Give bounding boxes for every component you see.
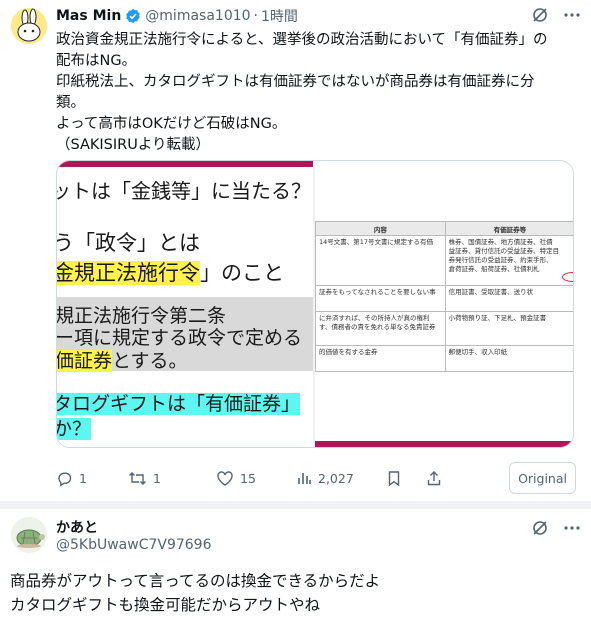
grok-icon[interactable] bbox=[531, 6, 549, 28]
author-handle[interactable]: @mimasa1010 bbox=[145, 8, 250, 24]
tweet-timestamp[interactable]: 1時間 bbox=[261, 6, 298, 26]
views-chart-icon bbox=[298, 473, 311, 484]
slide-text: う「政令」とは bbox=[57, 231, 200, 255]
views-button[interactable]: 2,027 bbox=[296, 470, 386, 486]
slide-highlight: 価証券 bbox=[57, 350, 113, 372]
separator-dot: · bbox=[253, 8, 258, 24]
verified-badge-icon bbox=[125, 8, 141, 24]
table-cell: 郵便切手、収入印紙 bbox=[448, 348, 508, 356]
table-cell: 倉荷証券、船荷証券、社債利札 bbox=[448, 265, 540, 273]
rabbit-avatar-icon bbox=[11, 8, 47, 44]
reply-tweet: かあと @5KbUwawC7V97696 商品券がアウトって言ってるのは換金でき… bbox=[0, 509, 591, 627]
main-tweet: Mas Min @mimasa1010 · 1時間 政治資金規正法施行令によると… bbox=[0, 0, 591, 500]
retweet-count: 1 bbox=[153, 470, 161, 486]
bookmark-icon bbox=[388, 470, 400, 486]
securities-table: 内容 有価証券等 14号文書、第17号文書に規定する有価 株券、国債証券、地方債… bbox=[315, 221, 573, 372]
more-options-icon[interactable] bbox=[563, 6, 581, 28]
tweet-line: （SAKISIRUより転載） bbox=[56, 137, 211, 153]
tweet-line: 類。 bbox=[56, 95, 85, 111]
tweet-text: 政治資金規正法施行令によると、選挙後の政治活動において「有価証券」の 配布はNG… bbox=[56, 30, 581, 156]
slide-text: ットは「金銭等」に当たる？ bbox=[57, 179, 311, 203]
reply-avatar[interactable] bbox=[11, 517, 47, 553]
slide-highlight-cyan: タログギフトは「有価証券」 bbox=[57, 393, 301, 415]
more-options-icon[interactable] bbox=[563, 519, 581, 541]
heart-icon bbox=[217, 470, 233, 486]
table-row: 証券をもってなされることを要しない事 信用証書、受取証書、送り状 bbox=[315, 285, 573, 312]
like-button[interactable]: 15 bbox=[216, 470, 296, 487]
table-cell: 的価値を有する金券 bbox=[319, 348, 378, 356]
tweet-top-actions bbox=[531, 6, 581, 28]
slide-highlight-cyan: か？ bbox=[57, 418, 92, 440]
retweet-icon bbox=[129, 471, 146, 485]
slide-top-bar bbox=[57, 161, 313, 167]
table-cell: 信用証書、受取証書、送り状 bbox=[448, 288, 534, 296]
original-button[interactable]: Original bbox=[509, 462, 576, 494]
like-count: 15 bbox=[240, 470, 256, 486]
author-name[interactable]: Mas Min bbox=[56, 8, 121, 24]
slide-text: とする。 bbox=[112, 350, 188, 372]
reply-author-name[interactable]: かあと bbox=[56, 517, 98, 537]
grok-icon[interactable] bbox=[531, 519, 549, 541]
media-image-table[interactable]: 内容 有価証券等 14号文書、第17号文書に規定する有価 株券、国債証券、地方債… bbox=[315, 161, 573, 447]
views-count: 2,027 bbox=[318, 470, 354, 486]
reply-button[interactable]: 1 bbox=[56, 470, 128, 487]
slide-bottom-bar bbox=[315, 441, 573, 447]
section-divider bbox=[0, 501, 591, 509]
slide-text: タログギフトは「有価証券」 bbox=[57, 389, 301, 416]
reply-author-handle[interactable]: @5KbUwawC7V97696 bbox=[56, 537, 212, 553]
table-cell: 益証券、貸付信託の受益証券、特定目 bbox=[448, 247, 560, 255]
table-row: 的価値を有する金券 郵便切手、収入印紙 bbox=[315, 345, 573, 372]
reply-icon bbox=[58, 472, 72, 487]
table-cell: 券発行信託の受益証券、約束手形、 bbox=[448, 256, 553, 264]
reply-top-actions bbox=[531, 519, 581, 541]
bookmark-button[interactable] bbox=[386, 470, 426, 487]
retweet-button[interactable]: 1 bbox=[128, 470, 216, 487]
reply-line: 商品券がアウトって言ってるのは換金できるからだよ bbox=[10, 572, 381, 590]
table-header: 有価証券等 bbox=[444, 221, 573, 236]
table-cell: 14号文書、第17号文書に規定する有価 bbox=[319, 238, 434, 246]
slide-text: 金規正法施行令」のこと bbox=[57, 257, 284, 287]
table-cell: 証券をもってなされることを要しない事 bbox=[319, 288, 436, 296]
table-cell: す、債務者の責を免れる単なる免責証券 bbox=[319, 323, 436, 331]
media-image-slide[interactable]: ットは「金銭等」に当たる？ う「政令」とは 金規正法施行令」のこと 規正法施行令… bbox=[57, 161, 313, 447]
reply-text: 商品券がアウトって言ってるのは換金できるからだよ カタログギフトも換金可能だから… bbox=[10, 569, 380, 617]
tweet-line: 配布はNG。 bbox=[56, 53, 137, 69]
table-cell: に弁済すれば、その所持人が真の権利 bbox=[319, 314, 430, 322]
reply-line: カタログギフトも換金可能だからアウトやね bbox=[10, 596, 321, 614]
tweet-header: Mas Min @mimasa1010 · 1時間 bbox=[56, 6, 298, 26]
share-button[interactable] bbox=[426, 470, 466, 487]
tweet-media[interactable]: ットは「金銭等」に当たる？ う「政令」とは 金規正法施行令」のこと 規正法施行令… bbox=[56, 160, 574, 448]
tweet-line: 政治資金規正法施行令によると、選挙後の政治活動において「有価証券」の bbox=[56, 32, 548, 48]
tweet-line: 印紙税法上、カタログギフトは有価証券ではないが商品券は有価証券に分 bbox=[56, 74, 535, 90]
table-cell: 株券、国債証券、地方債証券、社債 bbox=[448, 238, 553, 246]
slide-text: 」のこと bbox=[200, 261, 284, 285]
share-icon bbox=[427, 470, 441, 485]
table-cell: 小荷物預り証、下足札、預金証書 bbox=[448, 314, 547, 322]
turtle-avatar-icon bbox=[11, 517, 47, 553]
slide-text: 価証券とする。 bbox=[57, 346, 187, 373]
table-header: 内容 bbox=[315, 221, 446, 236]
slide-text: か？ bbox=[57, 414, 92, 441]
tweet-line: よって高市はOKだけど石破はNG。 bbox=[56, 116, 287, 132]
slide-highlight: 金規正法施行令 bbox=[57, 261, 200, 285]
reply-count: 1 bbox=[79, 470, 87, 486]
tweet-actions: 1 1 15 2,027 bbox=[56, 466, 576, 490]
table-row: 14号文書、第17号文書に規定する有価 株券、国債証券、地方債証券、社債 益証券… bbox=[315, 235, 573, 286]
author-avatar[interactable] bbox=[11, 8, 47, 44]
table-row: に弁済すれば、その所持人が真の権利 す、債務者の責を免れる単なる免責証券 小荷物… bbox=[315, 311, 573, 346]
